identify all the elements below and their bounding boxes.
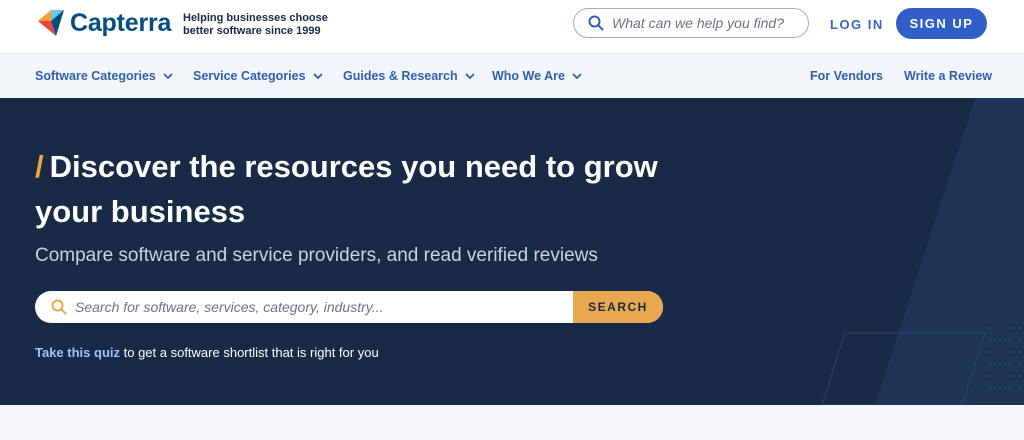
- hero-subtitle: Compare software and service providers, …: [35, 245, 598, 266]
- quiz-link[interactable]: Take this quiz: [35, 345, 120, 360]
- hero-search-input[interactable]: Search for software, services, category,…: [75, 299, 573, 315]
- hero-search-bar: Search for software, services, category,…: [35, 291, 663, 323]
- search-icon: [51, 299, 67, 315]
- nav-service-categories[interactable]: Service Categories: [193, 69, 323, 83]
- nav-label: Software Categories: [35, 69, 156, 83]
- chevron-down-icon: [465, 72, 475, 80]
- main-nav: Software Categories Service Categories G…: [0, 53, 1024, 98]
- nav-software-categories[interactable]: Software Categories: [35, 69, 173, 83]
- hero-section: / Discover the resources you need to grow…: [0, 98, 1024, 405]
- nav-label: Guides & Research: [343, 69, 458, 83]
- chevron-down-icon: [163, 72, 173, 80]
- tagline-line-2: better software since 1999: [183, 25, 321, 37]
- tagline-line-1: Helping businesses choose: [183, 12, 328, 24]
- tagline: Helping businesses choose better softwar…: [183, 12, 333, 38]
- hero-title-text: Discover the resources you need to grow …: [35, 149, 658, 229]
- search-icon: [588, 15, 604, 31]
- nav-for-vendors[interactable]: For Vendors: [810, 69, 883, 83]
- header-search-input[interactable]: What can we help you find?: [573, 8, 809, 38]
- nav-who-we-are[interactable]: Who We Are: [492, 69, 582, 83]
- hero-search-button[interactable]: SEARCH: [573, 291, 663, 323]
- nav-label: Service Categories: [193, 69, 306, 83]
- capterra-logo-icon: [38, 10, 64, 36]
- quiz-text: to get a software shortlist that is righ…: [120, 345, 379, 360]
- quiz-prompt: Take this quiz to get a software shortli…: [35, 345, 379, 360]
- login-link[interactable]: LOG IN: [830, 17, 884, 32]
- hero-slash: /: [35, 149, 44, 184]
- nav-label: Who We Are: [492, 69, 565, 83]
- chevron-down-icon: [572, 72, 582, 80]
- header-search-placeholder: What can we help you find?: [612, 15, 784, 31]
- logo[interactable]: Capterra: [36, 8, 171, 38]
- nav-write-review[interactable]: Write a Review: [904, 69, 992, 83]
- page-content-strip: [0, 405, 1024, 440]
- signup-button[interactable]: SIGN UP: [896, 8, 987, 39]
- logo-wordmark: Capterra: [70, 8, 172, 37]
- nav-guides-research[interactable]: Guides & Research: [343, 69, 475, 83]
- hero-title: / Discover the resources you need to grow…: [35, 144, 675, 234]
- chevron-down-icon: [312, 72, 323, 80]
- top-header: Capterra Helping businesses choose bette…: [0, 0, 1024, 53]
